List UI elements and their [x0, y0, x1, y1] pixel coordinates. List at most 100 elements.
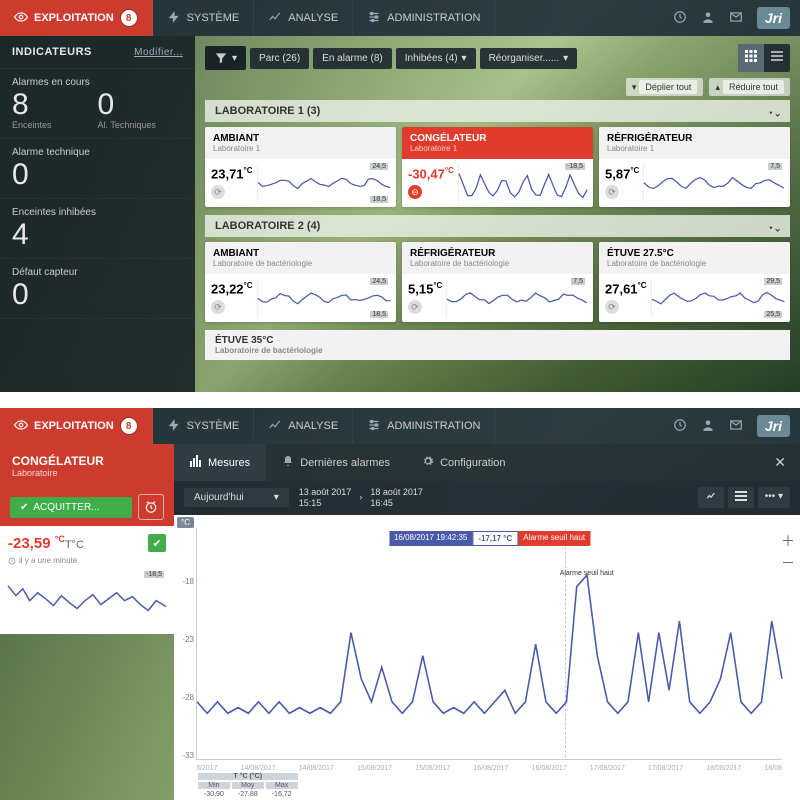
group-header[interactable]: LABORATOIRE 2 (4)𝅏 ⌄ — [205, 215, 790, 237]
side-limit-hi: -18,5 — [144, 571, 164, 578]
indicators-title: INDICATEURS — [12, 46, 92, 58]
tab-alarmes[interactable]: Dernières alarmes — [266, 444, 406, 481]
filter-enalarme[interactable]: En alarme (8) — [313, 48, 392, 69]
sensor-card[interactable]: RÉFRIGÉRATEURLaboratoire de bactériologi… — [402, 242, 593, 322]
chart-tooltip: 16/08/2017 19:42:35 -17,17 °C Alarme seu… — [389, 531, 590, 546]
indicators-sidebar: INDICATEURS Modifier... Alarmes en cours… — [0, 36, 195, 392]
side-sparkline — [8, 571, 166, 625]
modify-link[interactable]: Modifier... — [134, 47, 183, 58]
nav-systeme[interactable]: SYSTÈME — [153, 408, 255, 444]
nav-analyse-label: ANALYSE — [288, 12, 338, 24]
date-range: 13 août 201715:15 › 18 août 201716:45 — [299, 487, 423, 509]
close-button[interactable]: ✕ — [760, 444, 800, 481]
tab-mesures[interactable]: Mesures — [174, 444, 266, 481]
sensor-card[interactable]: AMBIANTLaboratoire 1 23,71°C ⟳ 24,5 18,5 — [205, 127, 396, 207]
tab-config[interactable]: Configuration — [406, 444, 521, 481]
mail-icon[interactable] — [729, 10, 743, 27]
sensor-card[interactable]: CONGÉLATEURLaboratoire 1 -30,47°C ⊖ -18,… — [402, 127, 593, 207]
refresh-icon: ⟳ — [408, 300, 422, 314]
nav-analyse[interactable]: ANALYSE — [254, 408, 353, 444]
collapse-all[interactable]: ▴ Réduire tout — [709, 78, 790, 96]
group-header[interactable]: LABORATOIRE 1 (3)𝅏 ⌄ — [205, 100, 790, 122]
nav-systeme-label: SYSTÈME — [187, 12, 240, 24]
list-view-icon[interactable] — [764, 44, 790, 72]
bars-icon — [190, 455, 202, 470]
check-icon: ✔ — [20, 502, 28, 513]
filter-toggle[interactable]: ▾ — [205, 46, 246, 70]
sensor-card[interactable]: AMBIANTLaboratoire de bactériologie 23,2… — [205, 242, 396, 322]
nav-exploitation-label: EXPLOITATION — [34, 12, 114, 24]
gear-icon — [422, 455, 434, 470]
inhib-value: 4 — [12, 220, 183, 250]
chart-annotation: Alarme seuil haut — [560, 570, 614, 577]
acknowledge-button[interactable]: ✔ ACQUITTER... — [10, 497, 132, 518]
defaut-label: Défaut capteur — [12, 267, 183, 278]
current-reading-panel: ✔ -23,59 °CT°C il y a une minute -18,5 — [0, 526, 174, 634]
user-icon[interactable] — [701, 10, 715, 27]
eye-icon — [14, 418, 28, 435]
detail-header: CONGÉLATEUR Laboratoire — [0, 444, 174, 488]
nav-analyse[interactable]: ANALYSE — [254, 0, 353, 36]
zoom-in[interactable]: ＋ — [780, 531, 796, 551]
sensor-card[interactable]: RÉFRIGÉRATEURLaboratoire 1 5,87°C ⟳ 7,5 — [599, 127, 790, 207]
status-ok-icon: ✔ — [148, 534, 166, 552]
sensor-card[interactable]: ÉTUVE 27.5°CLaboratoire de bactériologie… — [599, 242, 790, 322]
chart-icon — [268, 418, 282, 435]
refresh-icon: ⟳ — [605, 300, 619, 314]
bell-icon — [282, 455, 294, 470]
alarm-count-badge: 8 — [120, 9, 138, 27]
alarm-clock-button[interactable] — [138, 494, 164, 520]
nav-administration[interactable]: ADMINISTRATION — [353, 0, 495, 36]
defaut-value: 0 — [12, 280, 183, 310]
enceintes-sub: Enceintes — [12, 120, 98, 130]
stats-table: T °C (°C) MinMoyMax -30,90-27,88-16,72 — [196, 771, 300, 800]
expand-all[interactable]: ▾ Déplier tout — [626, 78, 704, 96]
clock-icon[interactable] — [673, 418, 687, 435]
zoom-out[interactable]: － — [780, 553, 796, 573]
refresh-icon: ⟳ — [605, 185, 619, 199]
bolt-icon — [167, 10, 181, 27]
filter-inhibees[interactable]: Inhibées (4) ▾ — [396, 48, 476, 69]
current-reading: -23,59 °CT°C — [8, 535, 84, 552]
refresh-icon: ⟳ — [211, 300, 225, 314]
nav-administration[interactable]: ADMINISTRATION — [353, 408, 495, 444]
trend-button[interactable] — [698, 487, 724, 508]
bolt-icon — [167, 418, 181, 435]
alarme-tech-label: Alarme technique — [12, 147, 183, 158]
clock-icon[interactable] — [673, 10, 687, 27]
filter-reorganiser[interactable]: Réorganiser...... ▾ — [480, 48, 578, 69]
range-selector[interactable]: Aujourd'hui▾ — [184, 488, 289, 507]
last-update: il y a une minute — [8, 556, 166, 565]
eye-icon — [14, 10, 28, 27]
alarms-running-label: Alarmes en cours — [12, 77, 98, 88]
sliders-icon — [367, 418, 381, 435]
altech-value: 0 — [98, 90, 184, 120]
alarm-count-badge: 8 — [120, 417, 138, 435]
refresh-icon: ⟳ — [211, 185, 225, 199]
user-icon[interactable] — [701, 418, 715, 435]
dashboard-main: ▾ Parc (26) En alarme (8) Inhibées (4) ▾… — [195, 36, 800, 392]
more-button[interactable]: ••• ▾ — [758, 487, 790, 508]
chart-area: °C -13-18-23-28-33 16/08/2017 19:42:35 -… — [174, 515, 800, 800]
minus-icon: ⊖ — [408, 185, 422, 199]
view-mode-toggle[interactable] — [738, 44, 790, 72]
nav-exploitation[interactable]: EXPLOITATION 8 — [0, 408, 153, 444]
nav-systeme[interactable]: SYSTÈME — [153, 0, 255, 36]
brand-logo: Jri — [757, 7, 790, 29]
zoom-controls: ＋ － — [780, 531, 796, 573]
extra-card-head: ÉTUVE 35°C Laboratoire de bactériologie — [205, 330, 790, 360]
y-axis: -13-18-23-28-33 — [176, 519, 194, 760]
chart-icon — [268, 10, 282, 27]
grid-view-icon[interactable] — [738, 44, 764, 72]
nav-admin-label: ADMINISTRATION — [387, 12, 480, 24]
table-button[interactable] — [728, 487, 754, 508]
brand-logo: Jri — [757, 415, 790, 437]
filter-parc[interactable]: Parc (26) — [250, 48, 309, 69]
enceintes-value: 8 — [12, 90, 98, 120]
nav-exploitation[interactable]: EXPLOITATION 8 — [0, 0, 153, 36]
sliders-icon — [367, 10, 381, 27]
inhib-label: Enceintes inhibées — [12, 207, 183, 218]
mail-icon[interactable] — [729, 418, 743, 435]
chart-plot[interactable]: 16/08/2017 19:42:35 -17,17 °C Alarme seu… — [196, 529, 782, 760]
alarme-tech-value: 0 — [12, 160, 183, 190]
